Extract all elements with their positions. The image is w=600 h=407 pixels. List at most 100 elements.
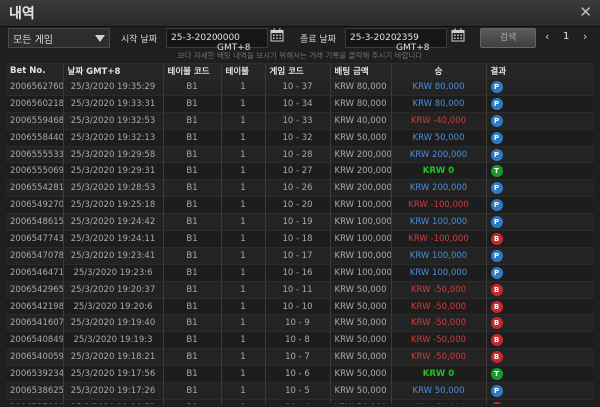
bet-number-cell: 2006541607 <box>6 314 64 332</box>
column-header[interactable]: 테이블 코드 <box>163 64 222 79</box>
table-code-cell: B1 <box>163 145 222 163</box>
game-code-cell: 10 - 4 <box>265 398 331 404</box>
calendar-icon[interactable] <box>451 28 465 42</box>
close-icon[interactable]: ✕ <box>579 3 592 21</box>
table-row[interactable]: 2006555069 25/3/2020 19:29:31 B1 1 10 - 27 KR… <box>6 162 594 180</box>
column-header[interactable]: 결과 <box>486 64 594 79</box>
result-badge-icon: P <box>490 266 503 279</box>
result-badge-icon: T <box>490 368 503 381</box>
bet-amount-cell: KRW 100,000 <box>330 263 392 282</box>
date-cell: 25/3/2020 19:32:53 <box>63 111 164 130</box>
game-type-select[interactable]: 모든 게임 <box>8 28 110 48</box>
table-row[interactable]: 2006541607 25/3/2020 19:19:40 B1 1 10 - 9 KRW… <box>6 314 594 332</box>
column-header[interactable]: 날짜 GMT+8 <box>63 64 164 79</box>
game-code-cell: 10 - 5 <box>265 382 331 400</box>
game-code-cell: 10 - 20 <box>265 196 331 214</box>
table-row[interactable]: 2006547078 25/3/2020 19:23:41 B1 1 10 - 17 KR… <box>6 246 594 265</box>
column-header[interactable]: 배팅 금액 <box>330 64 392 79</box>
table-cell: 1 <box>221 263 266 282</box>
end-date-field[interactable]: 25-3-2020 2359 GMT+8 <box>345 28 447 53</box>
table-code-cell: B1 <box>163 162 222 180</box>
game-code-cell: 10 - 19 <box>265 213 331 231</box>
result-cell: T <box>486 365 594 383</box>
column-header[interactable]: Bet No. <box>6 64 64 79</box>
search-button[interactable]: 검색 <box>480 28 536 48</box>
bet-amount-cell: KRW 100,000 <box>330 246 392 265</box>
column-header[interactable]: 테이블 <box>221 64 266 79</box>
table-row[interactable]: 2006542198 25/3/2020 19:20:6 B1 1 10 - 10 KRW… <box>6 297 594 315</box>
result-cell: P <box>486 213 594 231</box>
result-badge-icon: B <box>490 300 503 313</box>
result-badge-icon: P <box>490 384 503 397</box>
bet-number-cell: 2006540059 <box>6 348 64 366</box>
table-row[interactable]: 2006538625 25/3/2020 19:17:26 B1 1 10 - 5 KRW… <box>6 382 594 400</box>
table-code-cell: B1 <box>163 398 222 404</box>
result-cell: P <box>486 196 594 214</box>
bet-number-cell: 2006539234 <box>6 365 64 383</box>
date-cell: 25/3/2020 19:17:26 <box>63 382 164 400</box>
table-row[interactable]: 2006540059 25/3/2020 19:18:21 B1 1 10 - 7 KRW… <box>6 348 594 366</box>
game-code-cell: 10 - 9 <box>265 314 331 332</box>
game-code-cell: 10 - 11 <box>265 280 331 299</box>
table-row[interactable]: 2006539234 25/3/2020 19:17:56 B1 1 10 - 6 KRW… <box>6 365 594 383</box>
table-row[interactable]: 2006546471 25/3/2020 19:23:6 B1 1 10 - 16 KRW… <box>6 263 594 282</box>
table-code-cell: B1 <box>163 331 222 349</box>
result-badge-icon: P <box>490 114 503 127</box>
date-cell: 25/3/2020 19:35:29 <box>63 78 164 96</box>
table-code-cell: B1 <box>163 348 222 366</box>
date-cell: 25/3/2020 19:25:18 <box>63 196 164 214</box>
table-row[interactable]: 200653788025/3/2020 19:16:52B1110 - 4KRW… <box>6 398 594 404</box>
start-date-field[interactable]: 25-3-2020 0000 GMT+8 <box>166 28 268 53</box>
column-header[interactable]: 승 <box>391 64 487 79</box>
table-row[interactable]: 2006548615 25/3/2020 19:24:42 B1 1 10 - 19 KR… <box>6 213 594 231</box>
bet-number-cell: 2006555533 <box>6 145 64 163</box>
game-code-cell: 10 - 34 <box>265 94 331 113</box>
result-badge-icon: P <box>490 148 503 161</box>
table-cell: 1 <box>221 213 266 231</box>
next-page-icon[interactable]: › <box>583 30 587 43</box>
bet-amount-cell: KRW 100,000 <box>330 213 392 231</box>
bet-number-cell: 2006546471 <box>6 263 64 282</box>
table-row[interactable]: 2006547743 25/3/2020 19:24:11 B1 1 10 - 18 KR… <box>6 230 594 248</box>
result-badge-icon: B <box>490 334 503 347</box>
table-row[interactable]: 2006540849 25/3/2020 19:19:3 B1 1 10 - 8 KRW … <box>6 331 594 349</box>
bet-amount-cell: KRW 50,000 <box>330 280 392 299</box>
bet-amount-cell: KRW 50,000 <box>330 398 392 404</box>
table-row[interactable]: 2006562760 25/3/2020 19:35:29 B1 1 10 - 37 KR… <box>6 78 594 96</box>
win-cell: KRW -50,000 <box>391 314 487 332</box>
bet-number-cell: 2006558440 <box>6 128 64 147</box>
bet-amount-cell: KRW 50,000 <box>330 365 392 383</box>
table-row[interactable]: 2006549270 25/3/2020 19:25:18 B1 1 10 - 20 KR… <box>6 196 594 214</box>
game-code-cell: 10 - 26 <box>265 179 331 197</box>
win-cell: KRW 100,000 <box>391 246 487 265</box>
table-code-cell: B1 <box>163 196 222 214</box>
win-cell: KRW -50,000 <box>391 398 487 404</box>
prev-page-icon[interactable]: ‹ <box>545 30 549 43</box>
start-date-value: 25-3-2020 <box>171 33 218 43</box>
table-row[interactable]: 2006542965 25/3/2020 19:20:37 B1 1 10 - 11 KR… <box>6 280 594 299</box>
win-cell: KRW -50,000 <box>391 280 487 299</box>
date-cell: 25/3/2020 19:24:42 <box>63 213 164 231</box>
table-row[interactable]: 2006554281 25/3/2020 19:28:53 B1 1 10 - 26 KR… <box>6 179 594 197</box>
calendar-icon[interactable] <box>270 28 284 42</box>
bet-amount-cell: KRW 80,000 <box>330 78 392 96</box>
date-cell: 25/3/2020 19:18:21 <box>63 348 164 366</box>
bet-number-cell: 2006537880 <box>6 398 64 404</box>
table-row[interactable]: 2006558440 25/3/2020 19:32:13 B1 1 10 - 32 KR… <box>6 128 594 147</box>
column-header[interactable]: 게임 코드 <box>265 64 331 79</box>
history-table-container[interactable]: Bet No. 날짜 GMT+8 테이블 코드 테이블 게임 코드 배팅 금액 … <box>6 63 594 404</box>
table-cell: 1 <box>221 348 266 366</box>
bet-amount-cell: KRW 50,000 <box>330 348 392 366</box>
table-row[interactable]: 2006560218 25/3/2020 19:33:31 B1 1 10 - 34 KR… <box>6 94 594 113</box>
result-cell: B <box>486 230 594 248</box>
table-row[interactable]: 2006555533 25/3/2020 19:29:58 B1 1 10 - 28 KR… <box>6 145 594 163</box>
result-badge-icon: P <box>490 97 503 110</box>
bet-number-cell: 2006547743 <box>6 230 64 248</box>
win-cell: KRW -50,000 <box>391 348 487 366</box>
date-cell: 25/3/2020 19:29:58 <box>63 145 164 163</box>
start-date-label: 시작 날짜 <box>121 35 157 45</box>
date-cell: 25/3/2020 19:20:6 <box>63 297 164 315</box>
table-code-cell: B1 <box>163 297 222 315</box>
table-row[interactable]: 2006559468 25/3/2020 19:32:53 B1 1 10 - 33 KR… <box>6 111 594 130</box>
bet-number-cell: 2006554281 <box>6 179 64 197</box>
